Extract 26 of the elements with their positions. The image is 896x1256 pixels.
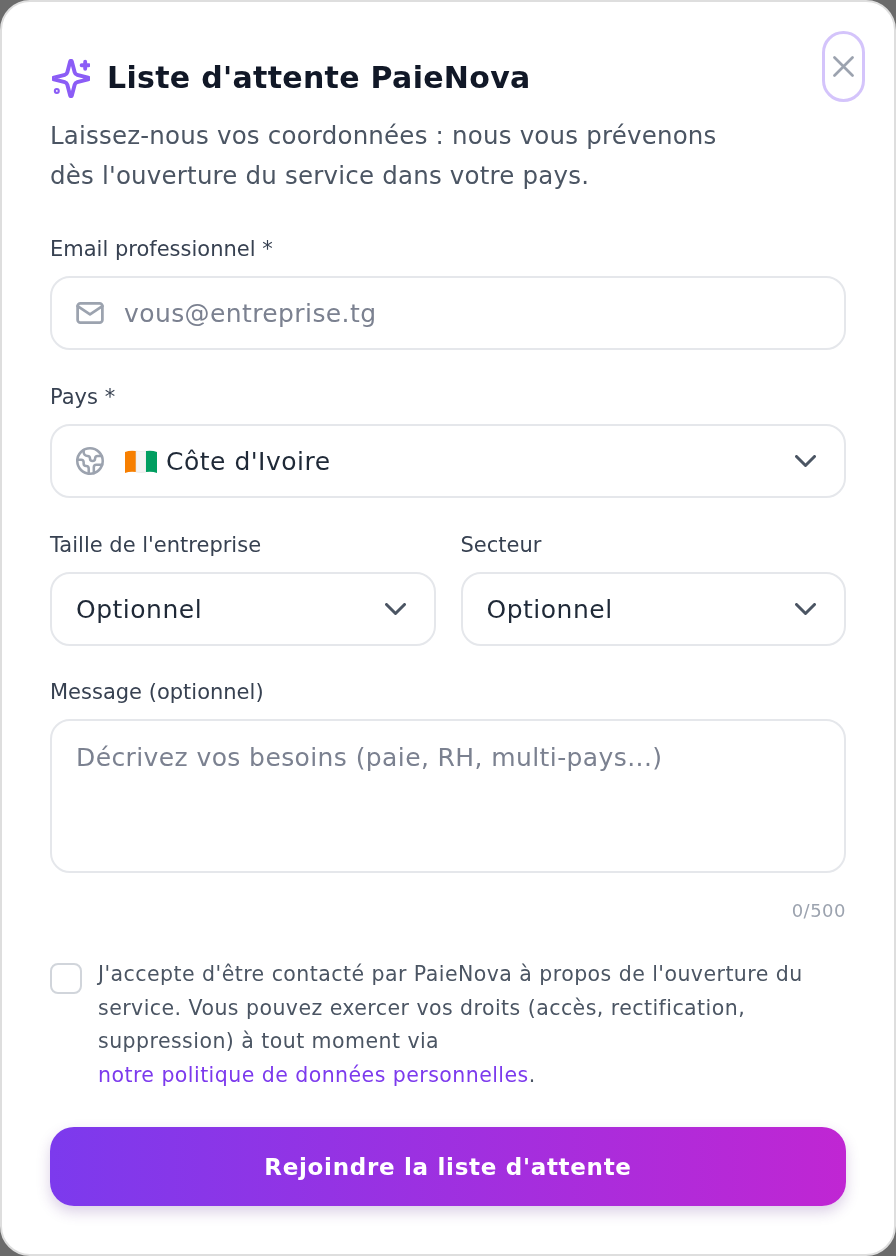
field-label: Message (optionnel) (50, 679, 265, 705)
flag-icon (124, 448, 158, 474)
consent-text: J'accepte d'être contacté par PaieNova à propos de l'ouverture du service. Vous pouvez exercer vos droits (accès, rectification, suppression) à tout moment via notre politique de données personnelles. (98, 961, 804, 1089)
close-button[interactable] (822, 31, 865, 102)
dialog-title: Liste d'attente PaieNova (107, 59, 531, 97)
globe-icon (76, 447, 104, 475)
field-label: Secteur (460, 532, 543, 558)
chevron-down-icon (795, 603, 816, 615)
message-field[interactable]: Décrivez vos besoins (paie, RH, multi-pays...) (50, 719, 846, 873)
company-size-select[interactable]: Optionnel (50, 572, 436, 646)
field-label: Pays * (50, 384, 117, 410)
email-field[interactable]: vous@entreprise.tg (50, 276, 846, 350)
dialog-subtitle: Laissez-nous vos coordonnées : nous vous prévenons dès l'ouverture du service dans votre pays. (50, 120, 718, 192)
field-label: Email professionnel * (50, 236, 274, 262)
chevron-down-icon (795, 455, 816, 467)
mail-icon (76, 302, 104, 324)
consent-checkbox[interactable] (50, 963, 82, 994)
submit-button[interactable]: Rejoindre la liste d'attente (50, 1127, 846, 1206)
chevron-down-icon (384, 603, 406, 615)
character-counter: 0/500 (790, 900, 846, 922)
country-select[interactable]: Côte d'Ivoire (50, 424, 846, 498)
close-icon (833, 56, 854, 77)
field-label: Taille de l'entreprise (50, 532, 263, 558)
privacy-policy-link[interactable]: notre politique de données personnelles (98, 1062, 529, 1087)
sector-select[interactable]: Optionnel (460, 572, 846, 646)
sparkle-icon (52, 58, 90, 98)
